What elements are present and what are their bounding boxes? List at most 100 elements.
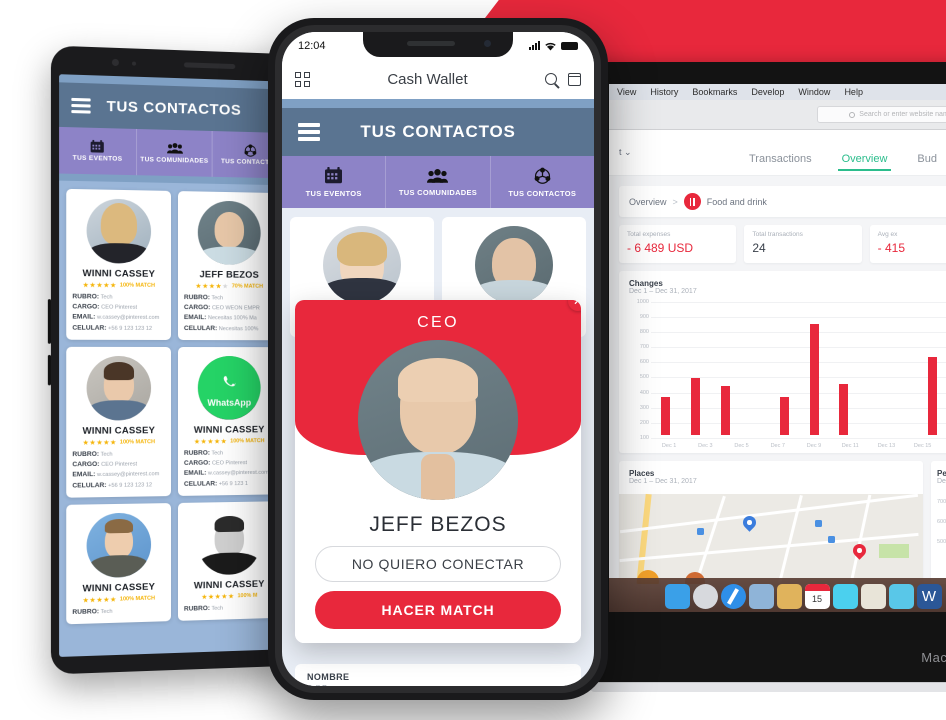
menu-item-help[interactable]: Help <box>844 87 863 97</box>
chart-bar[interactable] <box>809 323 819 435</box>
changes-chart-panel: Changes Dec 1 – Dec 31, 2017 1000 900 800 7… <box>619 271 946 453</box>
tab-budget[interactable]: Bud <box>917 153 937 175</box>
network-icon <box>533 167 552 186</box>
breadcrumb-root[interactable]: Overview <box>629 197 667 207</box>
map-view[interactable] <box>619 493 923 584</box>
account-selector[interactable]: t ⌄ <box>619 147 632 158</box>
contact-card[interactable]: WINNI CASSEY ★★★★★ 100% MATCH RUBRO: Tech CA… <box>66 346 172 498</box>
contacts-icon[interactable] <box>860 584 886 609</box>
contact-field-rubro: RUBRO: Tech <box>183 604 224 613</box>
menu-item-history[interactable]: History <box>650 87 678 97</box>
contact-card[interactable]: WINNI CASSEY ★★★★★ 100% M RUBRO: Tech <box>177 500 281 621</box>
calendar-icon[interactable]: 15 <box>804 584 830 609</box>
status-time: 12:04 <box>298 39 326 52</box>
tab-tus-contactos[interactable]: TUS CONTACTOS <box>491 156 594 208</box>
tab-tus-comunidades[interactable]: TUS COMUNIDADES <box>136 128 213 177</box>
map-pin-blue[interactable] <box>740 513 759 533</box>
chart-bar[interactable] <box>779 397 789 435</box>
tab-tus-comunidades[interactable]: TUS COMUNIDADES <box>386 156 491 208</box>
power-button[interactable] <box>47 354 51 386</box>
tab-overview[interactable]: Overview <box>837 153 892 175</box>
volume-button[interactable] <box>47 299 51 344</box>
macbook-brand-label: MacBook <box>921 650 946 665</box>
browser-toolbar: Search or enter website name <box>609 100 946 130</box>
contact-card-grid: WINNI CASSEY ★★★★★ 100% MATCH RUBRO: Tech CA… <box>59 181 287 633</box>
finder-icon[interactable] <box>664 584 690 609</box>
contact-field-email: EMAIL: w.cassey@pinterest.com <box>183 469 269 478</box>
stat-value: - 415 <box>877 241 906 255</box>
contact-field-email: EMAIL: Necesitas 100% Ma <box>183 314 257 322</box>
chart-x-tick: Dec 15 <box>913 443 932 449</box>
appstore-icon[interactable] <box>888 584 914 609</box>
word-icon[interactable]: W <box>916 584 942 609</box>
chart-bar-slot <box>710 299 740 435</box>
avatar: WhatsApp <box>197 355 261 420</box>
front-camera <box>111 58 119 67</box>
search-icon[interactable] <box>545 73 557 85</box>
chart-x-tick: Dec 3 <box>698 443 713 449</box>
chart-bar[interactable] <box>690 378 700 435</box>
avatar <box>86 355 152 421</box>
address-bar-placeholder: Search or enter website name <box>859 111 946 118</box>
map-marker-small[interactable] <box>828 536 835 543</box>
battery-icon <box>561 41 578 50</box>
places-header: Places Dec 1 – Dec 31, 2017 <box>619 469 923 494</box>
hamburger-icon[interactable] <box>71 94 91 116</box>
contact-card[interactable]: WINNI CASSEY ★★★★★ 100% MATCH RUBRO: Tech <box>66 502 172 625</box>
map-marker-small[interactable] <box>815 520 822 527</box>
people-tick: 500 <box>937 539 946 545</box>
grid-icon[interactable] <box>295 71 310 87</box>
modal-role: CEO <box>417 314 459 331</box>
chart-y-tick: 500 <box>639 374 649 381</box>
tab-tus-eventos[interactable]: TUS EVENTOS <box>282 156 387 208</box>
launchpad-icon[interactable] <box>692 584 718 609</box>
contact-name: JEFF BEZOS <box>199 269 259 281</box>
modal-avatar <box>358 340 518 500</box>
people-panel: People Dec 1 – 700 600 500 <box>931 461 946 584</box>
menu-item-bookmarks[interactable]: Bookmarks <box>692 87 737 97</box>
tab-transactions[interactable]: Transactions <box>749 153 812 175</box>
map-marker-small[interactable] <box>697 528 704 535</box>
chart-y-tick: 400 <box>639 389 649 396</box>
chart-bar-slot <box>858 299 888 435</box>
rating-row: ★★★★★ 100% MATCH <box>72 438 165 447</box>
match-percent: 70% MATCH <box>231 283 264 290</box>
macbook-device: View History Bookmarks Develop Window He… <box>589 62 946 692</box>
chart-y-tick: 100 <box>639 434 649 441</box>
chart-bar-slot <box>681 299 711 435</box>
calendar-icon[interactable] <box>568 72 581 86</box>
messages-icon[interactable] <box>832 584 858 609</box>
chart-bar[interactable] <box>928 356 938 435</box>
contact-card[interactable]: WINNI CASSEY ★★★★★ 100% MATCH RUBRO: Tech CA… <box>66 188 172 340</box>
chart-y-tick: 700 <box>639 344 649 351</box>
breadcrumb-current: Food and drink <box>706 196 767 207</box>
map-pin-red[interactable] <box>850 541 869 561</box>
tab-tus-eventos[interactable]: TUS EVENTOS <box>59 126 137 176</box>
menu-item-view[interactable]: View <box>617 87 636 97</box>
photos-icon[interactable] <box>748 584 774 609</box>
menu-item-window[interactable]: Window <box>798 87 830 97</box>
mac-dock[interactable]: 15 W <box>609 578 946 612</box>
chart-bar-slot <box>888 299 918 435</box>
contact-card[interactable]: JEFF BEZOS ★★★★★ 70% MATCH RUBRO: Tech CARGO… <box>177 191 281 341</box>
menu-item-develop[interactable]: Develop <box>751 87 784 97</box>
avatar <box>86 198 152 264</box>
safari-icon[interactable] <box>720 584 746 609</box>
rating-row: ★★★★★ 100% MATCH <box>72 594 165 605</box>
chart-bar[interactable] <box>720 385 730 435</box>
iphone-screen: 12:04 Cash Wallet TUS CONTACTOS TUS EVEN… <box>282 32 594 686</box>
address-bar[interactable]: Search or enter website name <box>817 106 946 123</box>
contact-card[interactable]: WhatsApp WINNI CASSEY ★★★★★ 100% MATCH RUBRO… <box>177 346 281 496</box>
chart-x-axis: Dec 1 Dec 3 Dec 5 Dec 7 Dec 9 Dec 11 Dec 13 Dec… <box>651 443 946 449</box>
hamburger-icon[interactable] <box>298 120 320 145</box>
contact-detail-modal: ✕ CEO JEFF BEZOS NO QUIERO CONECTAR HACE… <box>295 300 581 643</box>
contact-name: WINNI CASSEY <box>193 424 265 436</box>
match-button[interactable]: HACER MATCH <box>315 591 561 629</box>
mac-menu-bar[interactable]: View History Bookmarks Develop Window He… <box>609 84 946 100</box>
chart-bar[interactable] <box>839 384 849 435</box>
star-rating: ★★★★★ <box>82 282 117 290</box>
chart-bar[interactable] <box>661 397 671 435</box>
people-group-icon <box>427 168 449 185</box>
decline-button[interactable]: NO QUIERO CONECTAR <box>315 546 561 582</box>
notes-icon[interactable] <box>776 584 802 609</box>
